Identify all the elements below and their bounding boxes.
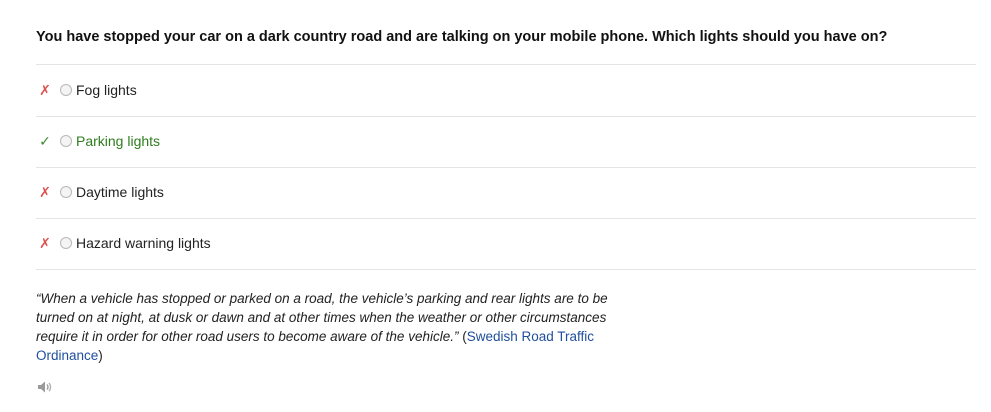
option-fog-lights[interactable]: ✗ Fog lights [36,65,976,115]
option-label: Fog lights [76,82,137,98]
option-label: Daytime lights [76,184,164,200]
radio-button[interactable] [60,186,72,198]
option-hazard-warning-lights[interactable]: ✗ Hazard warning lights [36,218,976,268]
quiz-page: You have stopped your car on a dark coun… [0,0,991,412]
source-close: ) [98,348,103,363]
option-daytime-lights[interactable]: ✗ Daytime lights [36,167,976,217]
option-parking-lights[interactable]: ✓ Parking lights [36,116,976,166]
option-label: Parking lights [76,133,161,149]
source-open: ( [458,329,467,344]
radio-button[interactable] [60,84,72,96]
option-label: Hazard warning lights [76,235,211,251]
question-text: You have stopped your car on a dark coun… [36,29,888,45]
radio-button[interactable] [60,135,72,147]
wrong-mark-icon: ✗ [39,183,51,200]
divider [36,269,976,270]
radio-button[interactable] [60,237,72,249]
wrong-mark-icon: ✗ [39,234,51,251]
speaker-icon-graphic [38,381,52,393]
correct-mark-icon: ✓ [39,132,51,149]
wrong-mark-icon: ✗ [39,81,51,98]
explanation: “When a vehicle has stopped or parked on… [36,289,626,365]
speaker-icon[interactable] [36,378,54,396]
